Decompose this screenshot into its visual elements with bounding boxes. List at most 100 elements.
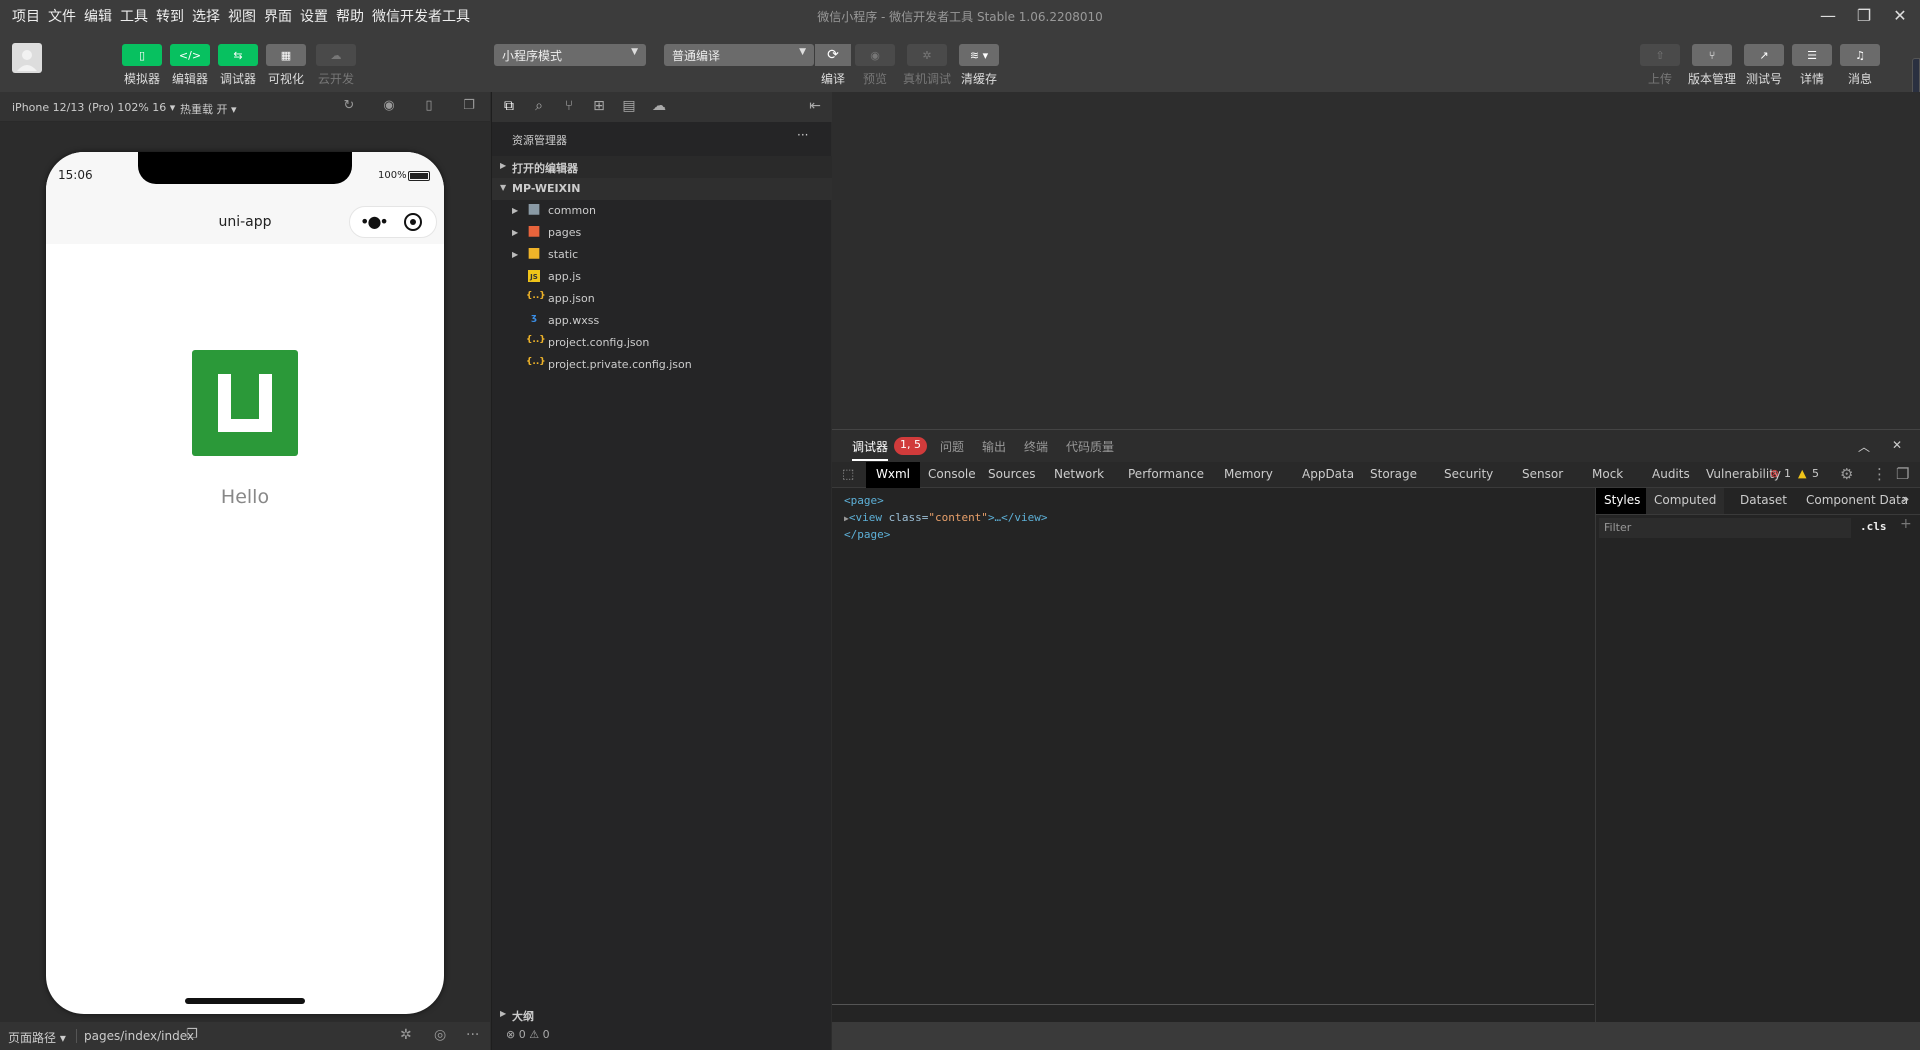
tab-debugger[interactable]: 调试器 xyxy=(852,438,889,461)
project-section[interactable]: ▼ MP-WEIXIN xyxy=(492,178,832,200)
styles-tab-dataset[interactable]: Dataset xyxy=(1732,488,1795,514)
remote-debug-button[interactable]: ✲ xyxy=(907,44,947,66)
outline-label: 大纲 xyxy=(512,1010,534,1023)
more-tabs-icon[interactable]: » xyxy=(1902,492,1909,506)
details-button[interactable]: ☰ xyxy=(1792,44,1832,66)
restore-button[interactable]: ❐ xyxy=(1846,0,1882,30)
debugger-toggle[interactable]: ⇆ xyxy=(218,44,258,66)
devtools-tab-performance[interactable]: Performance xyxy=(1118,462,1214,488)
open-editors-section[interactable]: ▶ 打开的编辑器 xyxy=(492,156,832,178)
hot-reload-select[interactable]: 热重载 开 ▾ xyxy=(180,101,237,117)
chevron-down-icon: ▼ xyxy=(631,47,638,57)
explorer-panel: ⧉ ⌕ ⑂ ⊞ ▤ ☁ ⇤ 资源管理器 ··· ▶ 打开的编辑器 ▼ MP-WE… xyxy=(491,92,832,1050)
warning-count[interactable]: 5 xyxy=(1812,467,1819,480)
devtools-tab-mock[interactable]: Mock xyxy=(1582,462,1633,488)
undock-icon[interactable]: ❐ xyxy=(1896,465,1909,483)
styles-tab-computed[interactable]: Computed xyxy=(1646,488,1725,514)
editor-toggle[interactable]: </> xyxy=(170,44,210,66)
styles-filter-input[interactable]: Filter xyxy=(1599,518,1851,538)
clear-cache-button[interactable]: ≋ ▾ xyxy=(959,44,999,66)
inspect-element-icon[interactable]: ⬚ xyxy=(842,467,854,482)
stop-icon[interactable]: ◉ xyxy=(380,98,398,116)
wxml-node-view[interactable]: ▶<view class="content">…</view> xyxy=(844,511,1582,524)
file-item[interactable]: ʒ app.wxss xyxy=(492,310,832,332)
file-name: project.private.config.json xyxy=(548,358,692,371)
devtools-tab-sources[interactable]: Sources xyxy=(978,462,1045,488)
compile-button[interactable]: ⟳ xyxy=(815,44,851,66)
wxml-node-page-close[interactable]: </page> xyxy=(844,528,1582,541)
devtools-tabs: ⬚ Wxml Console Sources Network Performance Me… xyxy=(832,462,1920,488)
file-item[interactable]: {..} project.private.config.json xyxy=(492,354,832,376)
close-miniprogram-icon[interactable] xyxy=(404,213,422,231)
messages-button[interactable]: ♫ xyxy=(1840,44,1880,66)
save-icon[interactable]: ▤ xyxy=(620,98,638,116)
file-item[interactable]: {..} app.json xyxy=(492,288,832,310)
styles-tab-styles[interactable]: Styles xyxy=(1596,488,1649,514)
docker-icon[interactable]: ☁ xyxy=(650,98,668,116)
settings-gear-icon[interactable]: ⚙ xyxy=(1840,465,1853,483)
upload-button[interactable]: ⇧ xyxy=(1640,44,1680,66)
layers-icon: ≋ ▾ xyxy=(969,48,989,62)
device-select[interactable]: iPhone 12/13 (Pro) 102% 16 ▾ xyxy=(12,101,175,114)
source-control-icon[interactable]: ⑂ xyxy=(560,98,578,116)
folder-item[interactable]: ▶ ■ common xyxy=(492,200,832,222)
devtools-tab-wxml[interactable]: Wxml xyxy=(866,462,920,488)
close-window-button[interactable]: ✕ xyxy=(1882,0,1918,30)
more-dots-icon[interactable]: •●• xyxy=(360,212,389,231)
collapse-panel-icon[interactable]: ⇤ xyxy=(806,98,824,116)
visual-toggle[interactable]: ▦ xyxy=(266,44,306,66)
devtools-tab-appdata[interactable]: AppData xyxy=(1292,462,1364,488)
tab-code-quality[interactable]: 代码质量 xyxy=(1066,438,1114,455)
devtools-tab-console[interactable]: Console xyxy=(918,462,986,488)
tab-terminal[interactable]: 终端 xyxy=(1024,438,1048,455)
files-icon[interactable]: ⧉ xyxy=(500,98,518,116)
devtools-tab-memory[interactable]: Memory xyxy=(1214,462,1283,488)
extensions-icon[interactable]: ⊞ xyxy=(590,98,608,116)
close-icon[interactable]: ✕ xyxy=(1892,438,1902,452)
mode-select[interactable]: 小程序模式 ▼ xyxy=(494,44,646,66)
window-title: 微信小程序 - 微信开发者工具 Stable 1.06.2208010 xyxy=(817,10,1103,24)
problems-status[interactable]: ⊗ 0 ⚠ 0 xyxy=(506,1028,550,1041)
cloud-button[interactable]: ☁ xyxy=(316,44,356,66)
minimize-button[interactable]: — xyxy=(1810,0,1846,30)
capsule-button[interactable]: •●• xyxy=(349,206,437,238)
add-rule-icon[interactable]: + xyxy=(1900,516,1912,532)
error-count[interactable]: 1 xyxy=(1784,467,1791,480)
tab-output[interactable]: 输出 xyxy=(982,438,1006,455)
cls-toggle[interactable]: .cls xyxy=(1860,520,1887,533)
file-item[interactable]: JS app.js xyxy=(492,266,832,288)
chevron-right-icon: ▶ xyxy=(500,161,507,170)
compile-select[interactable]: 普通编译 ▼ xyxy=(664,44,814,66)
more-vertical-icon[interactable]: ⋮ xyxy=(1872,465,1887,483)
phone-icon[interactable]: ▯ xyxy=(420,98,438,116)
search-icon[interactable]: ⌕ xyxy=(530,98,548,116)
debugger-panel: 调试器 1, 5 问题 输出 终端 代码质量 ︿ ✕ ⬚ Wxml Console… xyxy=(832,429,1920,1023)
styles-tab-component-data[interactable]: Component Data xyxy=(1798,488,1916,514)
file-item[interactable]: {..} project.config.json xyxy=(492,332,832,354)
version-button[interactable]: ⑂ xyxy=(1692,44,1732,66)
avatar[interactable] xyxy=(12,43,42,73)
more-icon[interactable]: ··· xyxy=(466,1027,479,1043)
simulator-toggle[interactable]: ▯ xyxy=(122,44,162,66)
wxml-node-page[interactable]: <page> xyxy=(844,494,1582,507)
test-account-button[interactable]: ↗ xyxy=(1744,44,1784,66)
devtools-tab-storage[interactable]: Storage xyxy=(1360,462,1427,488)
preview-button[interactable]: ◉ xyxy=(855,44,895,66)
copy-icon[interactable]: ❐ xyxy=(186,1027,198,1042)
chevron-up-icon[interactable]: ︿ xyxy=(1858,438,1870,455)
bug-icon[interactable]: ✲ xyxy=(400,1027,412,1043)
more-icon[interactable]: ··· xyxy=(797,128,808,142)
folder-item[interactable]: ▶ ■ pages xyxy=(492,222,832,244)
minimize-icon: — xyxy=(1820,5,1836,25)
devtools-tab-network[interactable]: Network xyxy=(1044,462,1114,488)
devtools-tab-sensor[interactable]: Sensor xyxy=(1512,462,1573,488)
detach-window-icon[interactable]: ❐ xyxy=(460,98,478,116)
rotate-icon[interactable]: ↻ xyxy=(340,98,358,116)
devtools-tab-audits[interactable]: Audits xyxy=(1642,462,1700,488)
page-path-select[interactable]: 页面路径 ▾ xyxy=(8,1029,66,1046)
folder-item[interactable]: ▶ ■ static xyxy=(492,244,832,266)
devtools-tab-security[interactable]: Security xyxy=(1434,462,1503,488)
outline-section[interactable]: ▶ 大纲 xyxy=(492,1004,832,1026)
tab-problems[interactable]: 问题 xyxy=(940,438,964,455)
eye-icon[interactable]: ◎ xyxy=(434,1027,446,1043)
